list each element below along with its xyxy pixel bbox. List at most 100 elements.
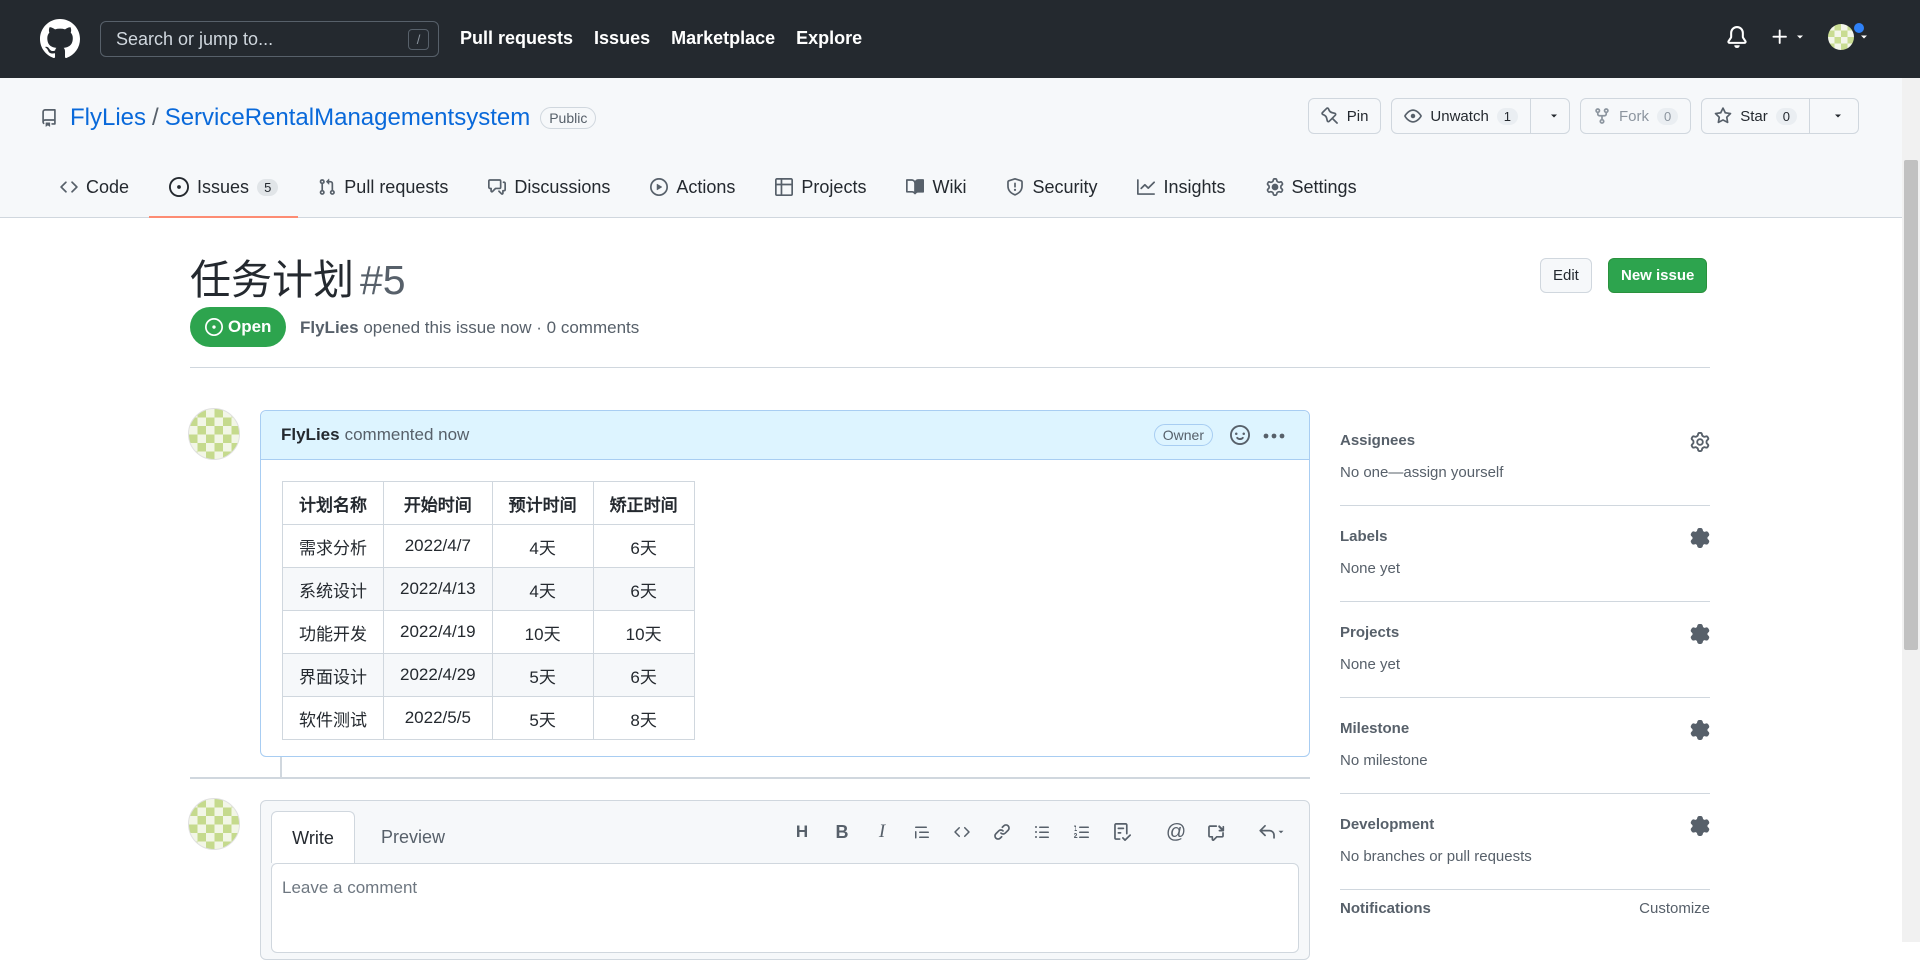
code-icon[interactable] (951, 821, 973, 843)
tab-code[interactable]: Code (40, 157, 149, 217)
search-input[interactable]: Search or jump to... / (100, 21, 439, 57)
chevron-down-icon[interactable] (1818, 99, 1858, 133)
sidebar-label: Milestone (1340, 720, 1410, 737)
tab-issues[interactable]: Issues 5 (149, 157, 299, 218)
tab-preview[interactable]: Preview (371, 811, 455, 863)
chevron-down-icon[interactable] (1539, 99, 1569, 133)
tab-label: Security (1032, 176, 1098, 197)
scrollbar-thumb[interactable] (1904, 160, 1918, 650)
nav-issues[interactable]: Issues (594, 28, 650, 49)
comment-placeholder: Leave a comment (282, 878, 418, 897)
user-avatar (1828, 24, 1854, 50)
new-issue-button[interactable]: New issue (1608, 258, 1708, 293)
tab-label: Issues (197, 176, 250, 197)
gear-icon[interactable] (1690, 432, 1710, 452)
smiley-icon[interactable] (1230, 425, 1250, 445)
fork-count: 0 (1657, 107, 1679, 125)
table-cell: 5天 (491, 653, 594, 697)
sidebar-notifications: Notifications Customize (1340, 890, 1710, 930)
table-row: 需求分析 2022/4/7 4天 6天 (282, 524, 695, 568)
comment-header: FlyLies commented now Owner (261, 411, 1309, 460)
list-ordered-icon[interactable] (1071, 821, 1093, 843)
git-pull-request-icon (319, 178, 336, 195)
gear-icon[interactable] (1690, 816, 1710, 836)
table-cell: 8天 (592, 696, 695, 740)
comment-action[interactable]: commented now (345, 425, 470, 445)
tab-security[interactable]: Security (986, 157, 1117, 217)
timeline-divider (190, 777, 1310, 779)
repo-icon (40, 109, 58, 127)
star-label: Star (1740, 107, 1768, 125)
sidebar-development: Development No branches or pull requests (1340, 794, 1710, 890)
tab-pull-requests[interactable]: Pull requests (298, 157, 468, 217)
timeline-line (280, 757, 282, 777)
nav-pull-requests[interactable]: Pull requests (460, 28, 573, 49)
issue-author-link[interactable]: FlyLies (300, 318, 359, 337)
tab-discussions[interactable]: Discussions (468, 157, 630, 217)
nav-explore[interactable]: Explore (796, 28, 862, 49)
mention-icon[interactable]: @ (1165, 821, 1187, 843)
header-actions (1726, 24, 1870, 50)
quote-icon[interactable] (911, 821, 933, 843)
plan-table: 计划名称 开始时间 预计时间 矫正时间 需求分析 2022/4/7 4天 6天 … (282, 481, 695, 740)
pin-label: Pin (1346, 107, 1369, 125)
avatar[interactable] (188, 408, 240, 460)
table-cell: 2022/4/13 (383, 567, 493, 611)
nav-marketplace[interactable]: Marketplace (671, 28, 775, 49)
link-icon[interactable] (991, 821, 1013, 843)
sidebar-value[interactable]: No one—assign yourself (1340, 464, 1503, 481)
gear-icon[interactable] (1690, 624, 1710, 644)
italic-icon[interactable]: I (871, 821, 893, 843)
tab-actions[interactable]: Actions (630, 157, 755, 217)
tab-label: Projects (801, 176, 867, 197)
tab-write[interactable]: Write (271, 811, 355, 863)
watch-button[interactable]: Unwatch 1 (1391, 98, 1571, 134)
create-new-icon[interactable] (1770, 27, 1806, 47)
reply-icon[interactable] (1255, 821, 1289, 843)
search-shortcut-key: / (408, 29, 429, 50)
tab-wiki[interactable]: Wiki (886, 157, 986, 217)
shield-icon (1007, 178, 1024, 196)
sidebar-label: Development (1340, 816, 1435, 833)
gear-icon (1266, 178, 1283, 196)
tab-settings[interactable]: Settings (1246, 157, 1377, 217)
page-scrollbar[interactable] (1902, 78, 1920, 942)
customize-link[interactable]: Customize (1639, 900, 1710, 917)
repo-header: FlyLies / ServiceRentalManagementsystem … (0, 78, 1920, 218)
table-cell: 功能开发 (282, 610, 384, 654)
table-cell: 6天 (592, 524, 695, 568)
star-button[interactable]: Star 0 (1701, 98, 1859, 134)
gear-icon[interactable] (1690, 720, 1710, 740)
tab-projects[interactable]: Projects (755, 157, 886, 217)
comment-textarea[interactable]: Leave a comment (271, 863, 1299, 953)
kebab-horizontal-icon[interactable] (1263, 433, 1285, 439)
code-icon (60, 181, 78, 193)
eye-icon (1404, 109, 1423, 123)
comment-author-link[interactable]: FlyLies (281, 425, 340, 445)
comment-discussion-icon (488, 179, 507, 195)
table-header-cell: 预计时间 (491, 481, 594, 525)
heading-icon[interactable]: H (791, 821, 813, 843)
markdown-toolbar: H B I @ (791, 821, 1289, 843)
cross-reference-icon[interactable] (1205, 821, 1227, 843)
repo-owner-link[interactable]: FlyLies (70, 104, 146, 132)
repo-tabs: Code Issues 5 Pull requests Discussions … (40, 157, 1377, 218)
table-cell: 5天 (491, 696, 594, 740)
table-cell: 2022/4/7 (383, 524, 493, 568)
tab-insights[interactable]: Insights (1117, 157, 1245, 217)
pin-button[interactable]: Pin (1307, 98, 1382, 134)
repo-separator: / (152, 104, 159, 131)
github-logo-icon[interactable] (40, 19, 80, 59)
gear-icon[interactable] (1690, 528, 1710, 548)
bold-icon[interactable]: B (831, 821, 853, 843)
edit-button[interactable]: Edit (1540, 258, 1592, 293)
fork-button[interactable]: Fork 0 (1580, 98, 1692, 134)
table-header-cell: 矫正时间 (592, 481, 695, 525)
sidebar-labels: Labels None yet (1340, 506, 1710, 602)
table-cell: 6天 (592, 653, 695, 697)
repo-name-link[interactable]: ServiceRentalManagementsystem (165, 104, 531, 132)
tasklist-icon[interactable] (1111, 821, 1133, 843)
list-unordered-icon[interactable] (1031, 821, 1053, 843)
avatar[interactable] (188, 798, 240, 850)
bell-icon[interactable] (1726, 26, 1748, 48)
